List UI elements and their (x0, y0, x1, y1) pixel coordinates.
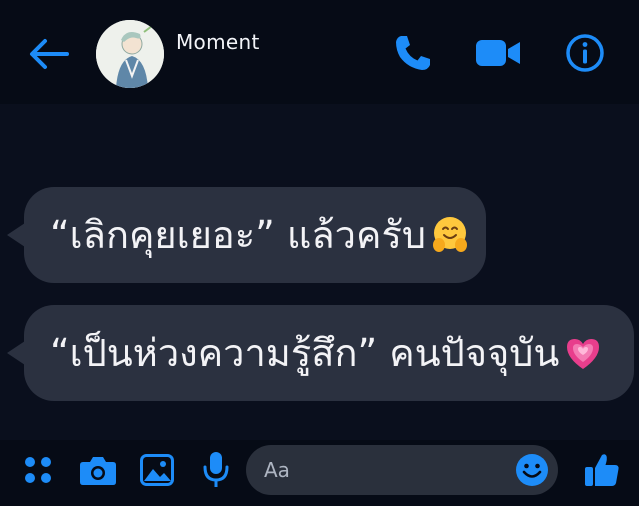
voice-message-button[interactable] (196, 448, 236, 492)
message-bubble[interactable]: “เลิกคุยเยอะ” แล้วครับ (7, 187, 486, 283)
message-text: “เลิกคุยเยอะ” แล้วครับ (50, 213, 426, 257)
smiley-icon (516, 454, 548, 486)
video-camera-icon (476, 40, 520, 66)
apps-button[interactable] (18, 450, 58, 490)
avatar-image (96, 20, 164, 88)
voice-call-button[interactable] (390, 30, 436, 76)
message-bubble[interactable]: “เป็นห่วงความรู้สึก” คนปัจจุบัน (7, 305, 634, 401)
contact-avatar[interactable] (96, 20, 164, 88)
info-icon (566, 34, 604, 72)
camera-icon (80, 457, 116, 485)
thumbs-up-icon (585, 454, 619, 486)
contact-name[interactable]: Moment (176, 30, 260, 54)
info-button[interactable] (563, 31, 607, 75)
microphone-icon (203, 452, 229, 487)
hugging-face-emoji-icon (432, 217, 467, 252)
bubble-tail (7, 341, 25, 365)
bubble-tail (7, 223, 25, 247)
gallery-button[interactable] (136, 450, 178, 490)
emoji-button[interactable] (512, 450, 552, 490)
phone-icon (396, 36, 430, 70)
video-call-button[interactable] (473, 32, 523, 74)
back-arrow-icon (30, 39, 69, 69)
message-text: “เป็นห่วงความรู้สึก” คนปัจจุบัน (50, 331, 560, 375)
growing-heart-emoji-icon (567, 339, 600, 369)
four-dots-icon (25, 457, 51, 483)
message-input-placeholder: Aa (264, 458, 290, 482)
back-button[interactable] (24, 32, 72, 76)
image-icon (140, 454, 174, 486)
like-button[interactable] (580, 448, 624, 492)
camera-button[interactable] (76, 450, 120, 490)
